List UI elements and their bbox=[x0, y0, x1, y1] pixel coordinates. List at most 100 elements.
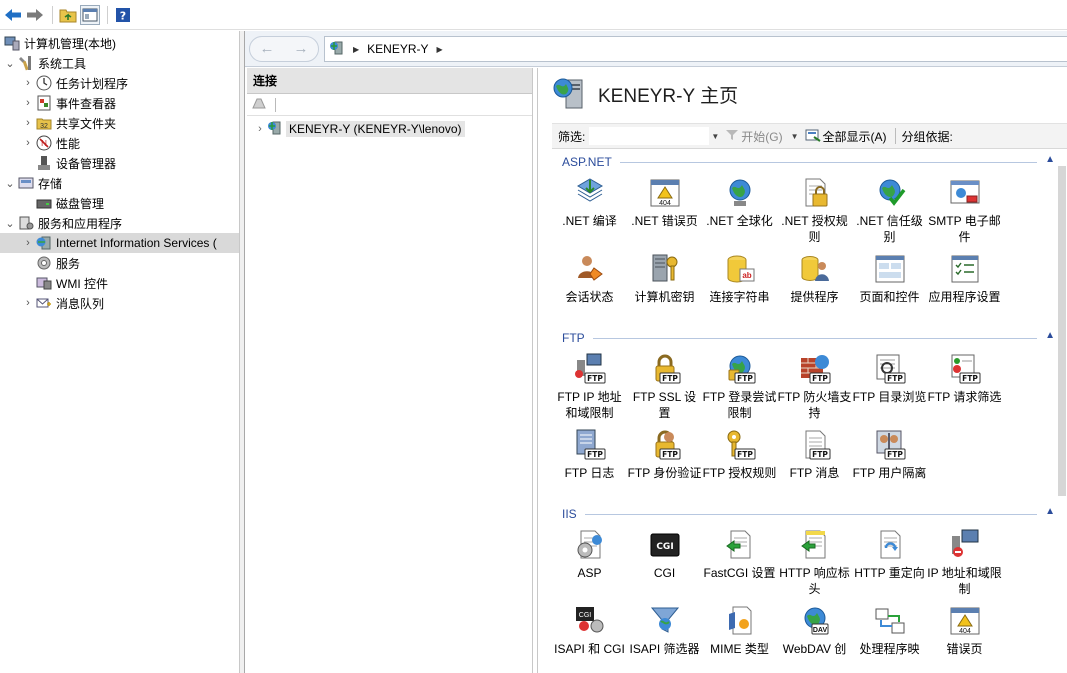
breadcrumb-arrow-icon[interactable]: ▶ bbox=[437, 45, 443, 54]
tree-item[interactable]: ⌄ 系统工具 bbox=[0, 53, 239, 73]
http-redirect-icon bbox=[873, 528, 907, 562]
feature-item[interactable]: ISAPI 筛选器 bbox=[627, 600, 702, 673]
feature-item[interactable]: CGI ISAPI 和 CGI bbox=[552, 600, 627, 673]
feature-item[interactable]: FTP FTP SSL 设置 bbox=[627, 348, 702, 424]
tree-item[interactable]: ⌄ 存储 bbox=[0, 173, 239, 193]
expand-chevron-icon[interactable]: › bbox=[22, 137, 34, 149]
expand-chevron-icon[interactable]: › bbox=[253, 123, 267, 135]
show-all-button[interactable]: 全部显示(A) bbox=[805, 128, 887, 145]
feature-item[interactable]: HTTP 响应标头 bbox=[777, 524, 852, 600]
group-header[interactable]: FTP ▲ bbox=[552, 328, 1055, 348]
scrollbar-thumb[interactable] bbox=[1058, 166, 1066, 496]
tree-item[interactable]: ⌄ 服务和应用程序 bbox=[0, 213, 239, 233]
help-icon[interactable]: ? bbox=[113, 5, 133, 25]
expand-chevron-icon[interactable]: › bbox=[22, 237, 34, 249]
tree-item[interactable]: › 任务计划程序 bbox=[0, 73, 239, 93]
tree-item[interactable]: › 消息队列 bbox=[0, 293, 239, 313]
nav-forward-icon[interactable]: → bbox=[294, 40, 309, 57]
feature-item[interactable]: 页面和控件 bbox=[852, 248, 927, 324]
forward-icon[interactable] bbox=[25, 5, 45, 25]
session-state-icon bbox=[573, 252, 607, 286]
filter-dropdown-icon[interactable]: ▼ bbox=[711, 132, 719, 141]
feature-item[interactable]: ab 连接字符串 bbox=[702, 248, 777, 324]
feature-item[interactable]: 处理程序映 bbox=[852, 600, 927, 673]
show-hide-console-tree-icon[interactable] bbox=[80, 4, 100, 25]
feature-item[interactable]: DAV WebDAV 创 bbox=[777, 600, 852, 673]
collapse-group-icon[interactable]: ▲ bbox=[1045, 506, 1055, 517]
breadcrumb[interactable]: ▶ KENEYR-Y ▶ bbox=[324, 36, 1067, 62]
back-icon[interactable] bbox=[3, 5, 23, 25]
feature-item[interactable]: FTP FTP 用户隔离 bbox=[852, 424, 927, 500]
feature-item[interactable]: FTP FTP 消息 bbox=[777, 424, 852, 500]
svg-text:CGI: CGI bbox=[578, 612, 591, 619]
expand-chevron-icon[interactable]: › bbox=[22, 117, 34, 129]
svg-text:N: N bbox=[41, 139, 47, 148]
isapi-cgi-restrictions-icon: CGI bbox=[573, 604, 607, 638]
connect-icon[interactable] bbox=[251, 96, 267, 113]
tree-item[interactable]: › Internet Information Services ( bbox=[0, 233, 239, 253]
tools-icon bbox=[18, 55, 34, 71]
tree-item[interactable]: › 事件查看器 bbox=[0, 93, 239, 113]
group-header[interactable]: IIS ▲ bbox=[552, 504, 1055, 524]
feature-item[interactable]: .NET 授权规则 bbox=[777, 172, 852, 248]
storage-icon bbox=[18, 175, 34, 191]
feature-item[interactable]: SMTP 电子邮件 bbox=[927, 172, 1002, 248]
group-header[interactable]: ASP.NET ▲ bbox=[552, 152, 1055, 172]
feature-item[interactable]: 404 .NET 错误页 bbox=[627, 172, 702, 248]
feature-item[interactable]: 404 错误页 bbox=[927, 600, 1002, 673]
feature-item[interactable]: FTP FTP 身份验证 bbox=[627, 424, 702, 500]
feature-item[interactable]: .NET 全球化 bbox=[702, 172, 777, 248]
feature-item[interactable]: 应用程序设置 bbox=[927, 248, 1002, 324]
feature-item[interactable]: FTP FTP 目录浏览 bbox=[852, 348, 927, 424]
tree-item[interactable]: 计算机管理(本地) bbox=[0, 33, 239, 53]
feature-item[interactable]: FTP FTP 日志 bbox=[552, 424, 627, 500]
feature-item[interactable]: ASP bbox=[552, 524, 627, 600]
nav-back-icon[interactable]: ← bbox=[260, 40, 275, 57]
feature-item[interactable]: 提供程序 bbox=[777, 248, 852, 324]
feature-item[interactable]: FastCGI 设置 bbox=[702, 524, 777, 600]
disk-icon bbox=[36, 195, 52, 211]
feature-item[interactable]: IP 地址和域限制 bbox=[927, 524, 1002, 600]
feature-item[interactable]: 计算机密钥 bbox=[627, 248, 702, 324]
collapse-chevron-icon[interactable]: ⌄ bbox=[4, 57, 16, 70]
event-viewer-icon bbox=[36, 95, 52, 111]
tree-item-label: 性能 bbox=[56, 136, 81, 151]
tree-item[interactable]: 磁盘管理 bbox=[0, 193, 239, 213]
group-name: FTP bbox=[562, 331, 585, 345]
up-folder-icon[interactable] bbox=[58, 5, 78, 25]
go-dropdown-icon[interactable]: ▼ bbox=[791, 132, 799, 141]
expand-chevron-icon[interactable]: › bbox=[22, 77, 34, 89]
features-view: ASP.NET ▲ .NET 编译 404 .NET 错误页 .NET 全球化 .NET 授… bbox=[552, 152, 1055, 673]
go-button[interactable]: 开始(G) bbox=[725, 128, 783, 145]
expand-chevron-icon[interactable]: › bbox=[22, 97, 34, 109]
feature-item[interactable]: .NET 信任级别 bbox=[852, 172, 927, 248]
server-node[interactable]: › KENEYR-Y (KENEYR-Y\lenovo) bbox=[247, 120, 532, 138]
feature-item[interactable]: .NET 编译 bbox=[552, 172, 627, 248]
breadcrumb-item[interactable]: KENEYR-Y bbox=[367, 42, 428, 56]
tree-item[interactable]: 服务 bbox=[0, 253, 239, 273]
collapse-chevron-icon[interactable]: ⌄ bbox=[4, 177, 16, 190]
feature-item[interactable]: FTP FTP IP 地址和域限制 bbox=[552, 348, 627, 424]
feature-item[interactable]: FTP FTP 防火墙支持 bbox=[777, 348, 852, 424]
group-by-label[interactable]: 分组依据: bbox=[902, 128, 953, 145]
feature-item[interactable]: CGI CGI bbox=[627, 524, 702, 600]
feature-item[interactable]: FTP FTP 登录尝试限制 bbox=[702, 348, 777, 424]
feature-item[interactable]: 会话状态 bbox=[552, 248, 627, 324]
collapse-chevron-icon[interactable]: ⌄ bbox=[4, 217, 16, 230]
feature-item[interactable]: MIME 类型 bbox=[702, 600, 777, 673]
computer-management-icon bbox=[4, 35, 20, 51]
expand-chevron-icon[interactable]: › bbox=[22, 297, 34, 309]
feature-item[interactable]: FTP FTP 请求筛选 bbox=[927, 348, 1002, 424]
tree-item[interactable]: › 32 共享文件夹 bbox=[0, 113, 239, 133]
feature-item[interactable]: FTP FTP 授权规则 bbox=[702, 424, 777, 500]
collapse-group-icon[interactable]: ▲ bbox=[1045, 154, 1055, 165]
tree-item-label: 共享文件夹 bbox=[56, 116, 117, 131]
filter-input[interactable] bbox=[589, 127, 710, 145]
collapse-group-icon[interactable]: ▲ bbox=[1045, 330, 1055, 341]
vertical-scrollbar[interactable] bbox=[1055, 152, 1067, 673]
tree-item[interactable]: WMI 控件 bbox=[0, 273, 239, 293]
tree-item[interactable]: › N 性能 bbox=[0, 133, 239, 153]
feature-item[interactable]: HTTP 重定向 bbox=[852, 524, 927, 600]
breadcrumb-arrow-icon: ▶ bbox=[353, 44, 360, 54]
tree-item[interactable]: 设备管理器 bbox=[0, 153, 239, 173]
